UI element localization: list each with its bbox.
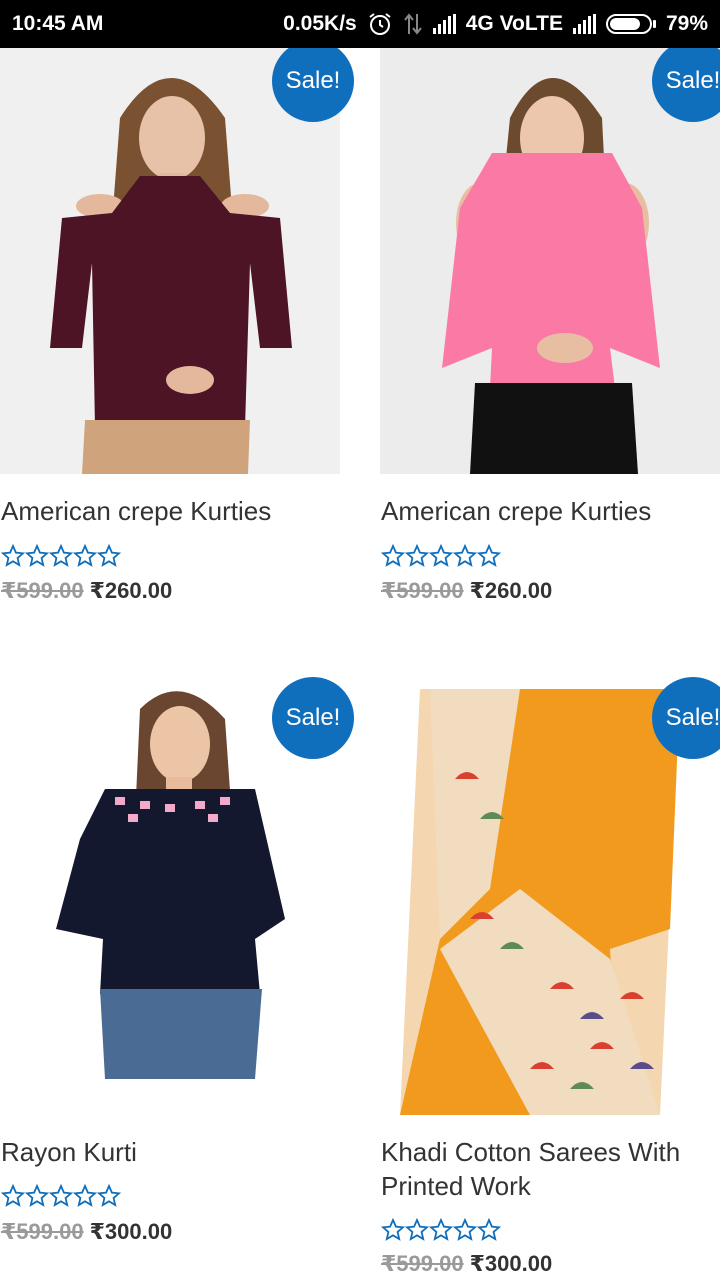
product-image[interactable] xyxy=(0,689,340,1115)
product-image[interactable] xyxy=(380,689,720,1115)
sale-price: ₹300.00 xyxy=(89,1219,173,1244)
sale-badge: Sale! xyxy=(272,677,354,759)
star-icon xyxy=(453,544,477,567)
star-icon xyxy=(49,1184,73,1207)
signal-icon xyxy=(572,14,596,34)
sale-price: ₹300.00 xyxy=(469,1251,553,1276)
old-price: ₹599.00 xyxy=(1,578,84,603)
price-block: ₹599.00 ₹260.00 xyxy=(381,578,552,604)
star-rating xyxy=(1,544,121,568)
star-icon xyxy=(453,1218,477,1241)
star-icon xyxy=(429,544,453,567)
star-icon xyxy=(25,544,49,567)
product-card[interactable]: Sale! Khadi Cotton Sarees With Printed W… xyxy=(380,677,720,1280)
product-title[interactable]: Rayon Kurti xyxy=(1,1135,341,1169)
star-icon xyxy=(405,544,429,567)
product-title[interactable]: American crepe Kurties xyxy=(1,494,341,528)
price-block: ₹599.00 ₹260.00 xyxy=(1,578,172,604)
sale-price: ₹260.00 xyxy=(89,578,173,603)
star-icon xyxy=(381,544,405,567)
star-icon xyxy=(25,1184,49,1207)
star-icon xyxy=(97,1184,121,1207)
battery-icon xyxy=(605,14,656,34)
star-icon xyxy=(477,544,501,567)
sale-badge: Sale! xyxy=(272,40,354,122)
star-icon xyxy=(49,544,73,567)
star-icon xyxy=(405,1218,429,1241)
star-icon xyxy=(429,1218,453,1241)
star-icon xyxy=(73,1184,97,1207)
sale-price: ₹260.00 xyxy=(469,578,553,603)
network-type: 4G VoLTE xyxy=(465,12,563,35)
product-card[interactable]: Sale! Rayon Kurti ₹599.00 ₹300.00 xyxy=(0,677,354,1259)
star-icon xyxy=(381,1218,405,1241)
signal-icon xyxy=(432,14,456,34)
price-block: ₹599.00 ₹300.00 xyxy=(1,1219,172,1245)
product-card[interactable]: Sale! American crepe Kurties ₹599.00 ₹260… xyxy=(380,40,720,618)
product-title[interactable]: American crepe Kurties xyxy=(381,494,720,528)
star-icon xyxy=(477,1218,501,1241)
data-arrows-icon xyxy=(403,12,423,36)
alarm-icon xyxy=(367,11,393,37)
star-icon xyxy=(1,544,25,567)
star-icon xyxy=(73,544,97,567)
star-icon xyxy=(97,544,121,567)
star-rating xyxy=(381,544,501,568)
old-price: ₹599.00 xyxy=(1,1219,84,1244)
old-price: ₹599.00 xyxy=(381,1251,464,1276)
product-card[interactable]: Sale! American crepe Kurties ₹599.00 ₹260… xyxy=(0,40,354,618)
price-block: ₹599.00 ₹300.00 xyxy=(381,1251,552,1277)
star-icon xyxy=(1,1184,25,1207)
star-rating xyxy=(1,1184,121,1208)
status-indicators: 0.05K/s 4G VoLTE 79% xyxy=(283,11,708,37)
old-price: ₹599.00 xyxy=(381,578,464,603)
battery-percent: 79% xyxy=(665,12,708,35)
star-rating xyxy=(381,1218,501,1242)
product-title[interactable]: Khadi Cotton Sarees With Printed Work xyxy=(381,1135,720,1203)
status-time: 10:45 AM xyxy=(12,12,104,35)
net-speed: 0.05K/s xyxy=(283,12,357,35)
status-bar: 10:45 AM 0.05K/s 4G VoLTE 79% xyxy=(0,0,720,48)
